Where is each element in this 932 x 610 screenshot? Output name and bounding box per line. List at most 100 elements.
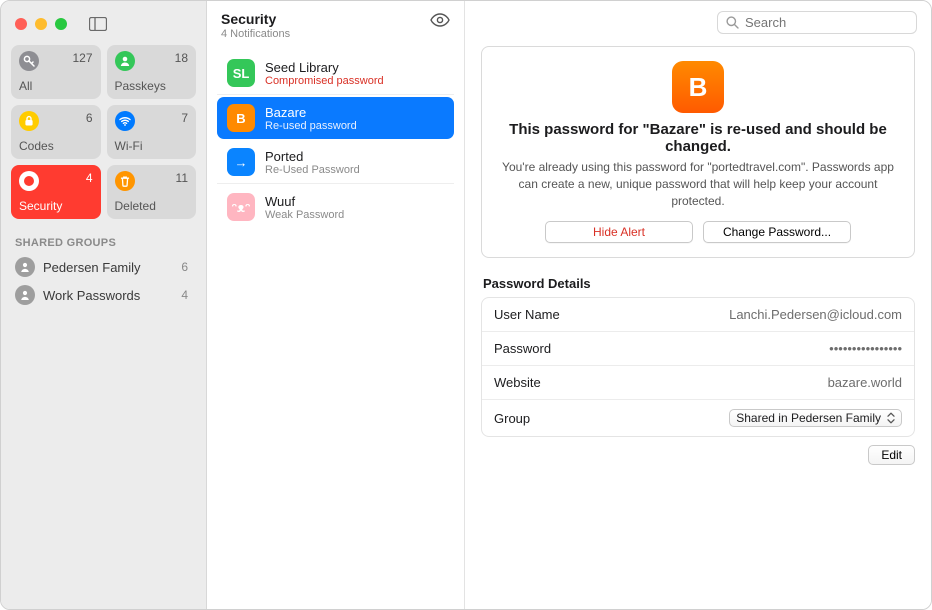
website-key: Website bbox=[494, 375, 541, 390]
category-tile-passkeys[interactable]: 18 Passkeys bbox=[107, 45, 197, 99]
notifications-header: Security 4 Notifications bbox=[207, 1, 464, 48]
notification-subtitle: Re-used password bbox=[265, 120, 357, 132]
change-password-button[interactable]: Change Password... bbox=[703, 221, 851, 243]
notification-item[interactable]: BBazareRe-used password bbox=[217, 97, 454, 139]
shared-groups-list: Pedersen Family 6 Work Passwords 4 bbox=[11, 253, 196, 309]
category-count: 127 bbox=[72, 51, 92, 65]
security-alert-card: B This password for "Bazare" is re-used … bbox=[481, 46, 915, 258]
category-tile-deleted[interactable]: 11 Deleted bbox=[107, 165, 197, 219]
sidebar: 127 All 18 Passkeys 6 Codes 7 Wi-Fi 4 Security 11 D… bbox=[1, 1, 207, 609]
notification-item[interactable]: ᵔᴥᵔ WuufWeak Password bbox=[217, 186, 454, 228]
password-details-section: Password Details User Name Lanchi.Peders… bbox=[481, 274, 915, 465]
shared-group-count: 4 bbox=[181, 288, 192, 302]
shared-group-item[interactable]: Pedersen Family 6 bbox=[11, 253, 196, 281]
category-count: 18 bbox=[175, 51, 188, 65]
detail-toolbar bbox=[465, 1, 931, 40]
group-row: Group Shared in Pedersen Family bbox=[482, 400, 914, 436]
notification-title: Wuuf bbox=[265, 194, 344, 209]
category-label: Deleted bbox=[115, 199, 189, 213]
website-value: bazare.world bbox=[828, 375, 902, 390]
shared-group-count: 6 bbox=[181, 260, 192, 274]
alert-body: You're already using this password for "… bbox=[500, 159, 896, 209]
alert-icon bbox=[19, 171, 39, 191]
notification-subtitle: Compromised password bbox=[265, 75, 384, 87]
category-count: 4 bbox=[86, 171, 93, 185]
category-label: Security bbox=[19, 199, 93, 213]
close-window-button[interactable] bbox=[15, 18, 27, 30]
category-count: 7 bbox=[181, 111, 188, 125]
detail-pane: B This password for "Bazare" is re-used … bbox=[465, 1, 931, 609]
preview-toggle-button[interactable] bbox=[430, 13, 450, 27]
passwords-window: 127 All 18 Passkeys 6 Codes 7 Wi-Fi 4 Security 11 D… bbox=[0, 0, 932, 610]
notifications-list: SL Seed LibraryCompromised password BBazar… bbox=[207, 48, 464, 232]
password-details-header: Password Details bbox=[483, 276, 913, 291]
notifications-title: Security bbox=[221, 11, 290, 27]
edit-button[interactable]: Edit bbox=[868, 445, 915, 465]
search-field-wrap[interactable] bbox=[717, 11, 917, 34]
notification-subtitle: Weak Password bbox=[265, 209, 344, 221]
hide-alert-button[interactable]: Hide Alert bbox=[545, 221, 693, 243]
minimize-window-button[interactable] bbox=[35, 18, 47, 30]
group-key: Group bbox=[494, 411, 530, 426]
password-value: •••••••••••••••• bbox=[829, 341, 902, 356]
site-app-icon: B bbox=[672, 61, 724, 113]
site-icon: ᵔᴥᵔ bbox=[227, 193, 255, 221]
select-stepper-icon bbox=[887, 412, 895, 424]
person-icon bbox=[115, 51, 135, 71]
group-select[interactable]: Shared in Pedersen Family bbox=[729, 409, 902, 427]
category-label: Passkeys bbox=[115, 79, 189, 93]
alert-buttons: Hide Alert Change Password... bbox=[500, 221, 896, 243]
group-avatar-icon bbox=[15, 257, 35, 277]
category-tiles: 127 All 18 Passkeys 6 Codes 7 Wi-Fi 4 Security 11 D… bbox=[11, 45, 196, 219]
password-key: Password bbox=[494, 341, 551, 356]
group-selected-value: Shared in Pedersen Family bbox=[736, 411, 881, 425]
category-tile-all[interactable]: 127 All bbox=[11, 45, 101, 99]
wifi-icon bbox=[115, 111, 135, 131]
traffic-lights bbox=[15, 18, 67, 30]
notifications-count: 4 Notifications bbox=[221, 28, 290, 40]
password-row[interactable]: Password •••••••••••••••• bbox=[482, 332, 914, 366]
site-app-icon-letter: B bbox=[689, 72, 708, 103]
site-icon: → bbox=[227, 148, 255, 176]
category-tile-security[interactable]: 4 Security bbox=[11, 165, 101, 219]
category-label: Wi-Fi bbox=[115, 139, 189, 153]
category-count: 11 bbox=[176, 171, 188, 185]
notification-texts: PortedRe-Used Password bbox=[265, 149, 360, 176]
shared-group-label: Work Passwords bbox=[43, 288, 140, 303]
notification-item[interactable]: → PortedRe-Used Password bbox=[217, 141, 454, 184]
notification-title: Seed Library bbox=[265, 60, 384, 75]
notifications-column: Security 4 Notifications SL Seed LibraryC… bbox=[207, 1, 465, 609]
shared-group-label: Pedersen Family bbox=[43, 260, 141, 275]
category-label: Codes bbox=[19, 139, 93, 153]
edit-row: Edit bbox=[481, 445, 915, 465]
password-details-list: User Name Lanchi.Pedersen@icloud.com Pas… bbox=[481, 297, 915, 437]
notification-subtitle: Re-Used Password bbox=[265, 164, 360, 176]
toggle-sidebar-button[interactable] bbox=[85, 13, 111, 35]
notification-title: Bazare bbox=[265, 105, 357, 120]
alert-title: This password for "Bazare" is re-used an… bbox=[500, 121, 896, 155]
site-icon: SL bbox=[227, 59, 255, 87]
username-key: User Name bbox=[494, 307, 560, 322]
website-row[interactable]: Website bazare.world bbox=[482, 366, 914, 400]
notification-item[interactable]: SL Seed LibraryCompromised password bbox=[217, 52, 454, 95]
category-tile-codes[interactable]: 6 Codes bbox=[11, 105, 101, 159]
username-value: Lanchi.Pedersen@icloud.com bbox=[729, 307, 902, 322]
lock-icon bbox=[19, 111, 39, 131]
shared-group-item[interactable]: Work Passwords 4 bbox=[11, 281, 196, 309]
zoom-window-button[interactable] bbox=[55, 18, 67, 30]
group-avatar-icon bbox=[15, 285, 35, 305]
username-row[interactable]: User Name Lanchi.Pedersen@icloud.com bbox=[482, 298, 914, 332]
shared-groups-header: SHARED GROUPS bbox=[15, 237, 192, 249]
key-icon bbox=[19, 51, 39, 71]
notification-title: Ported bbox=[265, 149, 360, 164]
notification-texts: Seed LibraryCompromised password bbox=[265, 60, 384, 87]
notification-texts: WuufWeak Password bbox=[265, 194, 344, 221]
category-tile-wi-fi[interactable]: 7 Wi-Fi bbox=[107, 105, 197, 159]
trash-icon bbox=[115, 171, 135, 191]
search-input[interactable] bbox=[745, 15, 921, 30]
notification-texts: BazareRe-used password bbox=[265, 105, 357, 132]
category-count: 6 bbox=[86, 111, 93, 125]
category-label: All bbox=[19, 79, 93, 93]
search-icon bbox=[726, 16, 739, 29]
window-controls-row bbox=[11, 9, 196, 39]
